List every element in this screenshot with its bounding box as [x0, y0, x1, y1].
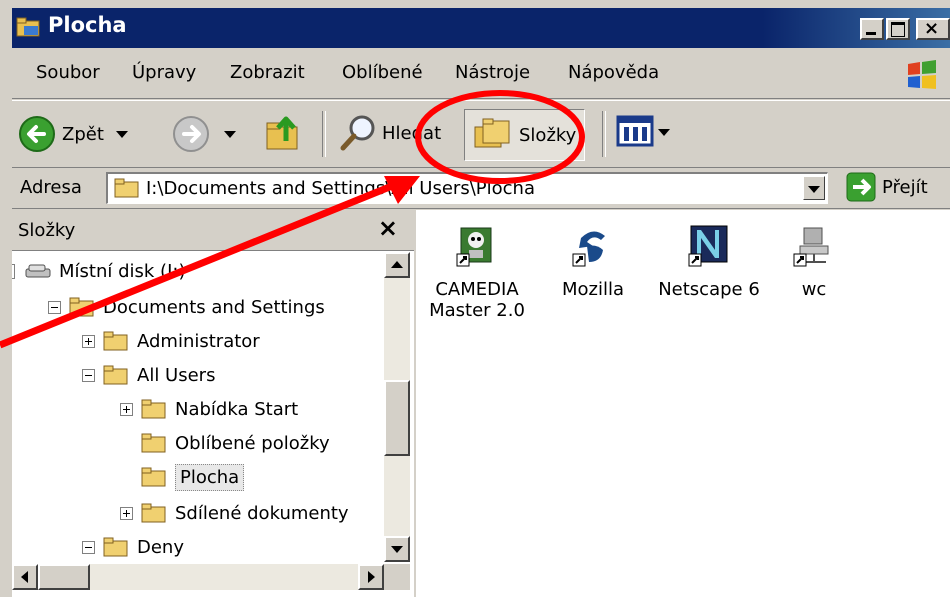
annotation-overlay [0, 90, 585, 349]
explorer-window: Plocha × Soubor Úpravy Zobrazit Oblíbené… [0, 0, 950, 597]
annotation-arrow [0, 182, 394, 349]
highlight-ellipse [415, 90, 585, 184]
